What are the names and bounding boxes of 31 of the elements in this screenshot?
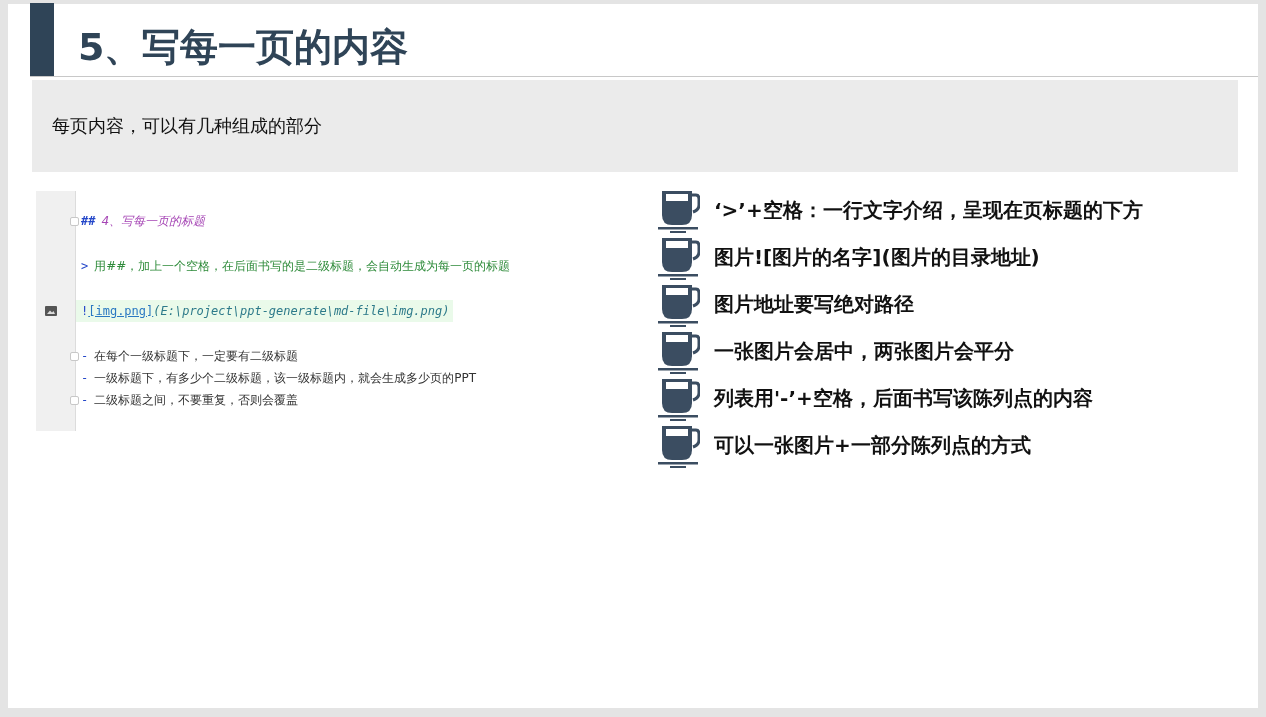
fold-marker-icon[interactable] bbox=[70, 396, 79, 405]
subtitle-text: 每页内容，可以有几种组成的部分 bbox=[52, 114, 322, 138]
bullet-text: 图片![图片的名字](图片的目录地址) bbox=[714, 244, 1040, 271]
bullet-text: 列表用'-’+空格，后面书写该陈列点的内容 bbox=[714, 385, 1093, 412]
bullet-text: 一张图片会居中，两张图片会平分 bbox=[714, 338, 1014, 365]
markdown-marker: ## bbox=[81, 214, 96, 228]
markdown-marker: - bbox=[81, 371, 89, 385]
bullet-text: 图片地址要写绝对路径 bbox=[714, 291, 914, 318]
list-item-text: 在每个一级标题下，一定要有二级标题 bbox=[94, 347, 299, 365]
bullet-text: ‘>’+空格：一行文字介绍，呈现在页标题的下方 bbox=[714, 197, 1143, 224]
image-path: (E:\project\ppt-generate\md-file\img.png) bbox=[153, 304, 450, 318]
coffee-cup-icon bbox=[658, 235, 700, 280]
fold-marker-icon[interactable] bbox=[70, 217, 79, 226]
list-item-text: 二级标题之间，不要重复，否则会覆盖 bbox=[94, 391, 299, 409]
markdown-marker: > bbox=[81, 259, 89, 273]
bullet-text: 可以一张图片+一部分陈列点的方式 bbox=[714, 432, 1031, 459]
coffee-cup-icon bbox=[658, 329, 700, 374]
image-link[interactable]: [img.png] bbox=[88, 304, 154, 318]
fold-marker-icon[interactable] bbox=[70, 352, 79, 361]
markdown-marker: ! bbox=[81, 304, 89, 318]
coffee-cup-icon bbox=[658, 376, 700, 421]
coffee-cup-icon bbox=[658, 423, 700, 468]
coffee-cup-icon bbox=[658, 188, 700, 233]
heading-text: 4、写每一页的标题 bbox=[101, 212, 206, 230]
image-icon[interactable] bbox=[45, 306, 57, 316]
coffee-cup-icon bbox=[658, 282, 700, 327]
list-item-text: 一级标题下，有多少个二级标题，该一级标题内，就会生成多少页的PPT bbox=[94, 369, 477, 387]
markdown-marker: - bbox=[81, 393, 89, 407]
quote-text: 用##，加上一个空格，在后面书写的是二级标题，会自动生成为每一页的标题 bbox=[94, 257, 511, 275]
markdown-marker: - bbox=[81, 349, 89, 363]
slide-title: 5、写每一页的内容 bbox=[78, 23, 409, 71]
